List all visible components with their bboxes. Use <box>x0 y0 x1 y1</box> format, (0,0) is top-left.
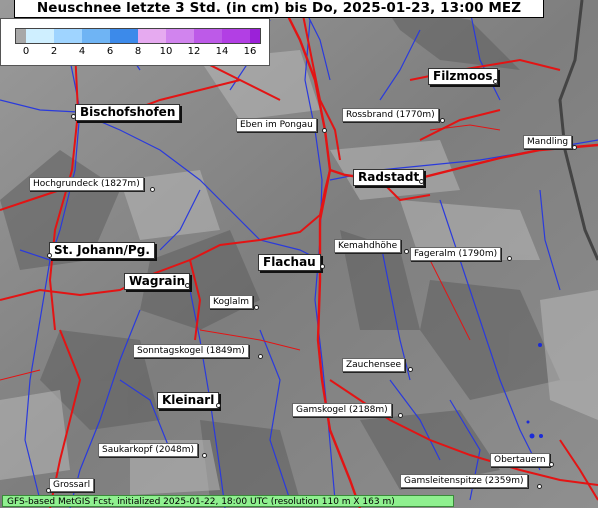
place-marker <box>419 179 424 184</box>
place-marker <box>398 413 403 418</box>
place-marker <box>549 462 554 467</box>
place-marker <box>46 488 51 493</box>
place-marker <box>320 264 325 269</box>
place-marker <box>202 453 207 458</box>
place-label-sonntagskogel[interactable]: Sonntagskogel (1849m) <box>133 344 249 358</box>
legend-label: 8 <box>134 46 142 57</box>
place-label-eben-im-pongau[interactable]: Eben im Pongau <box>236 118 317 132</box>
place-label-hochgrundeck[interactable]: Hochgrundeck (1827m) <box>29 177 144 191</box>
legend-swatch-5 <box>138 29 166 43</box>
place-marker <box>322 128 327 133</box>
legend-swatch-4 <box>110 29 138 43</box>
place-label-st-johann[interactable]: St. Johann/Pg. <box>49 242 155 259</box>
place-label-kleinarl[interactable]: Kleinarl <box>157 392 220 409</box>
legend-label: 12 <box>187 46 201 57</box>
place-label-kemahdhoehe[interactable]: Kemahdhöhe <box>334 239 402 253</box>
place-marker <box>507 256 512 261</box>
place-label-radstadt[interactable]: Radstadt <box>353 169 425 186</box>
map[interactable]: Neuschnee letzte 3 Std. (in cm) bis Do, … <box>0 0 598 508</box>
place-marker <box>150 187 155 192</box>
map-title: Neuschnee letzte 3 Std. (in cm) bis Do, … <box>14 0 544 18</box>
legend-swatch-8 <box>222 29 250 43</box>
place-marker <box>71 114 76 119</box>
place-label-obertauern[interactable]: Obertauern <box>490 453 550 467</box>
place-label-zauchensee[interactable]: Zauchensee <box>342 358 406 372</box>
legend-swatch-2 <box>54 29 82 43</box>
place-label-gamsleitenspitze[interactable]: Gamsleitenspitze (2359m) <box>400 474 528 488</box>
legend-colorbar <box>15 28 261 44</box>
place-label-fageralm[interactable]: Fageralm (1790m) <box>410 247 502 261</box>
legend-label: 6 <box>106 46 114 57</box>
legend: 0 2 4 6 8 10 12 14 16 <box>0 18 270 66</box>
place-marker <box>47 253 52 258</box>
place-marker <box>404 249 409 254</box>
place-label-koglalm[interactable]: Koglalm <box>209 295 253 309</box>
place-marker <box>408 367 413 372</box>
place-marker <box>216 403 221 408</box>
place-label-rossbrand[interactable]: Rossbrand (1770m) <box>342 108 439 122</box>
place-marker <box>493 79 498 84</box>
place-marker <box>440 118 445 123</box>
legend-label: 2 <box>50 46 58 57</box>
legend-label: 4 <box>78 46 86 57</box>
place-label-wagrain[interactable]: Wagrain <box>124 273 191 290</box>
legend-swatch-9 <box>250 29 260 43</box>
place-label-saukarkopf[interactable]: Saukarkopf (2048m) <box>98 443 199 457</box>
legend-swatch-6 <box>166 29 194 43</box>
legend-label: 10 <box>159 46 173 57</box>
model-info-footer: GFS-based MetGIS Fcst, initialized 2025-… <box>2 495 454 507</box>
place-marker <box>254 305 259 310</box>
legend-swatch-3 <box>82 29 110 43</box>
place-label-bischofshofen[interactable]: Bischofshofen <box>75 104 181 121</box>
place-marker <box>185 283 190 288</box>
place-marker <box>572 145 577 150</box>
place-marker <box>258 354 263 359</box>
place-label-mandling[interactable]: Mandling <box>523 135 573 149</box>
place-marker <box>537 484 542 489</box>
place-label-filzmoos[interactable]: Filzmoos <box>428 68 498 85</box>
place-label-grossarl[interactable]: Grossarl <box>49 478 95 492</box>
legend-swatch-7 <box>194 29 222 43</box>
legend-swatch-1 <box>26 29 54 43</box>
place-label-gamskogel[interactable]: Gamskogel (2188m) <box>292 403 392 417</box>
legend-label: 14 <box>215 46 229 57</box>
place-label-flachau[interactable]: Flachau <box>258 254 321 271</box>
legend-label: 16 <box>243 46 257 57</box>
legend-label: 0 <box>22 46 30 57</box>
legend-swatch-0 <box>16 29 26 43</box>
